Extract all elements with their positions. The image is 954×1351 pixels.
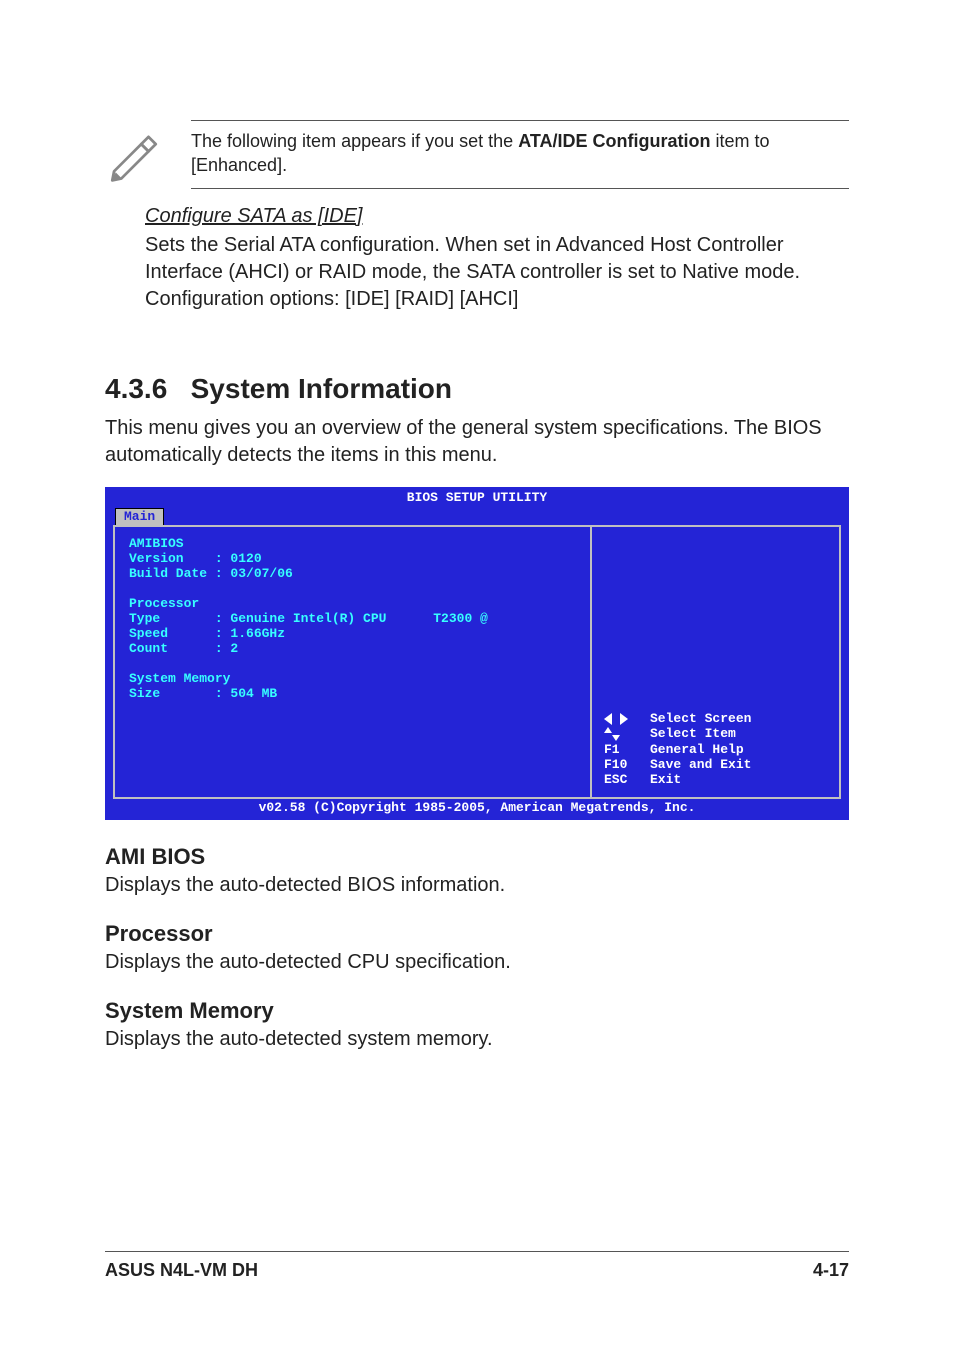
bios-legend-label: Select Item — [650, 727, 736, 742]
bios-title: BIOS SETUP UTILITY — [407, 491, 547, 506]
bios-legend-label: Exit — [650, 773, 681, 788]
bios-legend-key: ESC — [604, 773, 640, 788]
section-intro: This menu gives you an overview of the g… — [105, 415, 849, 469]
pencil-note-icon — [105, 126, 163, 184]
page: The following item appears if you set th… — [0, 0, 954, 1351]
bios-legend-label: General Help — [650, 743, 744, 758]
bios-titlebar: BIOS SETUP UTILITY — [105, 487, 849, 506]
arrow-left-right-icon — [604, 712, 640, 727]
sub-desc: Displays the auto-detected BIOS informat… — [105, 874, 849, 897]
subsection-body: Sets the Serial ATA configuration. When … — [145, 232, 849, 313]
note-prefix: The following item appears if you set th… — [191, 131, 518, 151]
section-title: System Information — [191, 373, 452, 404]
bios-legend-row: F1 General Help — [604, 743, 829, 758]
bios-left-text: AMIBIOS Version : 0120 Build Date : 03/0… — [129, 537, 576, 701]
note-text: The following item appears if you set th… — [191, 120, 849, 189]
footer-left: ASUS N4L-VM DH — [105, 1260, 258, 1281]
bios-body: AMIBIOS Version : 0120 Build Date : 03/0… — [113, 525, 841, 799]
bios-legend-label: Select Screen — [650, 712, 751, 727]
sub-heading: Processor — [105, 921, 849, 947]
bios-legend-label: Save and Exit — [650, 758, 751, 773]
arrow-up-down-icon — [604, 727, 640, 742]
bios-tab-main: Main — [115, 508, 164, 526]
section-number: 4.3.6 — [105, 373, 167, 404]
bios-legend-row: ESC Exit — [604, 773, 829, 788]
section-heading: 4.3.6 System Information — [105, 373, 849, 405]
bios-footer: v02.58 (C)Copyright 1985-2005, American … — [105, 799, 849, 820]
sub-heading: System Memory — [105, 998, 849, 1024]
page-footer: ASUS N4L-VM DH 4-17 — [105, 1251, 849, 1281]
bios-left-panel: AMIBIOS Version : 0120 Build Date : 03/0… — [115, 527, 592, 797]
bios-legend-key: F10 — [604, 758, 640, 773]
bios-legend-row: Select Item — [604, 727, 829, 742]
bios-setup-screenshot: BIOS SETUP UTILITY Main AMIBIOS Version … — [105, 487, 849, 821]
subsection-title: Configure SATA as [IDE] — [145, 205, 849, 228]
sub-heading: AMI BIOS — [105, 844, 849, 870]
note-bold: ATA/IDE Configuration — [518, 131, 710, 151]
bios-legend-row: F10 Save and Exit — [604, 758, 829, 773]
footer-right: 4-17 — [813, 1260, 849, 1281]
bios-right-panel: Select ScreenSelect ItemF1General HelpF1… — [592, 527, 839, 797]
bios-legend-row: Select Screen — [604, 712, 829, 727]
bios-legend-key: F1 — [604, 743, 640, 758]
sub-desc: Displays the auto-detected system memory… — [105, 1028, 849, 1051]
bios-tabs: Main — [105, 506, 849, 526]
note-block: The following item appears if you set th… — [105, 120, 849, 189]
sub-desc: Displays the auto-detected CPU specifica… — [105, 951, 849, 974]
